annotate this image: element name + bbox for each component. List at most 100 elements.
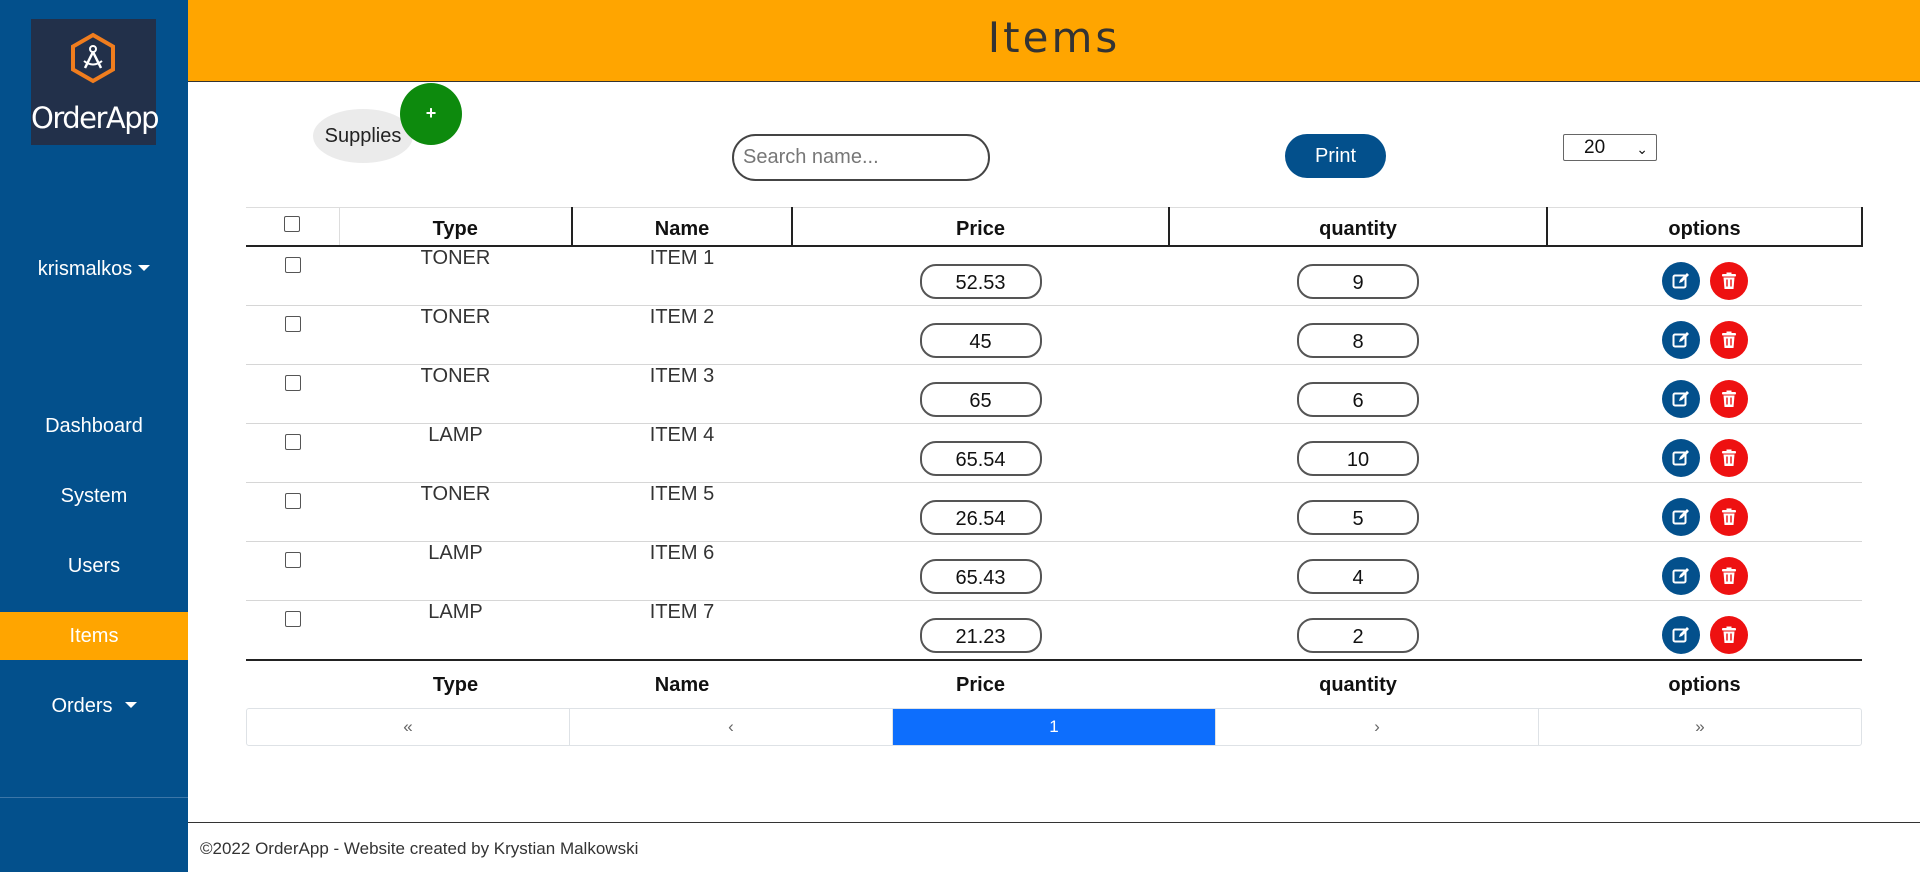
pagination-next[interactable]: › — [1216, 709, 1539, 745]
sidebar-item-users[interactable]: Users — [0, 542, 188, 590]
page-title: Items — [987, 13, 1121, 62]
cell-options — [1547, 246, 1862, 306]
sidebar-item-items[interactable]: Items — [0, 612, 188, 660]
page-footer: ©2022 OrderApp - Website created by Krys… — [188, 822, 1920, 872]
row-checkbox[interactable] — [284, 611, 301, 628]
sidebar: OrderApp krismalkos Dashboard System Use… — [0, 0, 188, 872]
cell-options — [1547, 364, 1862, 424]
row-select-cell — [246, 305, 339, 365]
cell-type: TONER — [339, 246, 572, 306]
edit-button[interactable] — [1661, 380, 1700, 418]
sidebar-item-orders[interactable]: Orders — [0, 682, 188, 730]
delete-button[interactable] — [1709, 498, 1748, 536]
row-select-cell — [246, 364, 339, 424]
page-size-value: 20 — [1584, 137, 1606, 158]
add-item-button[interactable]: + — [400, 83, 462, 145]
table-row: LAMP ITEM 7 21.23 2 — [246, 600, 1862, 661]
price-input[interactable]: 65 — [919, 381, 1042, 417]
row-checkbox[interactable] — [284, 493, 301, 510]
sidebar-divider — [0, 797, 188, 798]
quantity-input[interactable]: 9 — [1297, 263, 1419, 299]
table-row: LAMP ITEM 4 65.54 10 — [246, 423, 1862, 483]
user-menu[interactable]: krismalkos — [0, 258, 188, 281]
table-row: TONER ITEM 1 52.53 9 — [246, 246, 1862, 306]
sidebar-item-system[interactable]: System — [0, 472, 188, 520]
quantity-input[interactable]: 10 — [1297, 440, 1419, 476]
cell-price: 45 — [792, 305, 1169, 365]
edit-button[interactable] — [1661, 321, 1700, 359]
footer-header-name: Name — [654, 674, 710, 696]
sidebar-item-dashboard[interactable]: Dashboard — [0, 402, 188, 450]
price-input[interactable]: 45 — [919, 322, 1042, 358]
row-checkbox[interactable] — [284, 375, 301, 392]
cell-price: 65.54 — [792, 423, 1169, 483]
pagination: « ‹ 1 › » — [246, 708, 1862, 746]
delete-button[interactable] — [1709, 616, 1748, 654]
delete-button[interactable] — [1709, 321, 1748, 359]
footer-header-quantity: quantity — [1319, 674, 1397, 696]
cell-type: TONER — [339, 482, 572, 542]
row-checkbox[interactable] — [284, 434, 301, 451]
column-header-type[interactable]: Type — [339, 207, 573, 247]
sidebar-item-label: Users — [67, 555, 121, 577]
footer-header-options: options — [1668, 674, 1741, 696]
table-row: TONER ITEM 5 26.54 5 — [246, 482, 1862, 542]
cell-name: ITEM 4 — [572, 423, 792, 483]
row-checkbox[interactable] — [284, 257, 301, 274]
cell-options — [1547, 600, 1862, 661]
edit-button[interactable] — [1661, 557, 1700, 595]
cell-quantity: 4 — [1169, 541, 1547, 601]
price-input[interactable]: 52.53 — [919, 263, 1042, 299]
edit-button[interactable] — [1661, 616, 1700, 654]
row-checkbox[interactable] — [284, 552, 301, 569]
brand-name: OrderApp — [31, 101, 160, 135]
delete-button[interactable] — [1709, 557, 1748, 595]
pagination-last[interactable]: » — [1539, 709, 1861, 745]
sidebar-item-label: System — [60, 485, 128, 507]
edit-button[interactable] — [1661, 439, 1700, 477]
cell-options — [1547, 541, 1862, 601]
search-input[interactable] — [732, 134, 990, 181]
pagination-first[interactable]: « — [247, 709, 570, 745]
quantity-input[interactable]: 6 — [1297, 381, 1419, 417]
row-checkbox[interactable] — [284, 316, 301, 333]
page-size-select[interactable]: 20 ⌄ — [1563, 134, 1657, 161]
sidebar-item-label: Items — [69, 625, 119, 647]
row-select-cell — [246, 482, 339, 542]
quantity-input[interactable]: 5 — [1297, 499, 1419, 535]
price-input[interactable]: 65.43 — [919, 558, 1042, 594]
price-input[interactable]: 21.23 — [919, 617, 1042, 653]
price-input[interactable]: 26.54 — [919, 499, 1042, 535]
price-input[interactable]: 65.54 — [919, 440, 1042, 476]
edit-button[interactable] — [1661, 262, 1700, 300]
cell-price: 52.53 — [792, 246, 1169, 306]
page-header: Items — [188, 0, 1920, 82]
print-button[interactable]: Print — [1285, 134, 1386, 178]
row-select-cell — [246, 600, 339, 661]
brand-logo[interactable]: OrderApp — [31, 19, 160, 145]
select-all-checkbox[interactable] — [284, 215, 301, 232]
user-name: krismalkos — [37, 258, 133, 280]
cell-type: LAMP — [339, 600, 572, 661]
cell-type: LAMP — [339, 423, 572, 483]
cell-price: 65.43 — [792, 541, 1169, 601]
supplies-button[interactable]: Supplies — [313, 109, 413, 163]
quantity-input[interactable]: 4 — [1297, 558, 1419, 594]
quantity-input[interactable]: 8 — [1297, 322, 1419, 358]
column-header-quantity[interactable]: quantity — [1169, 207, 1548, 247]
cell-quantity: 5 — [1169, 482, 1547, 542]
pagination-prev[interactable]: ‹ — [570, 709, 893, 745]
pagination-current-page[interactable]: 1 — [893, 709, 1216, 745]
quantity-input[interactable]: 2 — [1297, 617, 1419, 653]
delete-button[interactable] — [1709, 439, 1748, 477]
column-header-name[interactable]: Name — [572, 207, 793, 247]
delete-button[interactable] — [1709, 380, 1748, 418]
delete-button[interactable] — [1709, 262, 1748, 300]
row-select-cell — [246, 423, 339, 483]
column-header-price[interactable]: Price — [792, 207, 1170, 247]
row-select-cell — [246, 246, 339, 306]
edit-button[interactable] — [1661, 498, 1700, 536]
cell-quantity: 9 — [1169, 246, 1547, 306]
footer-header-type: Type — [432, 674, 479, 696]
row-select-cell — [246, 541, 339, 601]
